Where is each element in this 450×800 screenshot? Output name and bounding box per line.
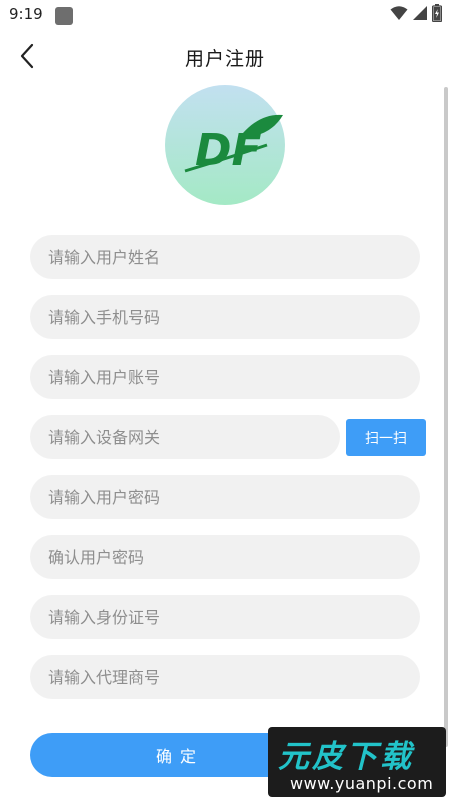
page-title: 用户注册 xyxy=(184,48,265,70)
account-input[interactable] xyxy=(30,355,420,399)
scrollbar[interactable] xyxy=(444,87,448,747)
status-icons xyxy=(390,4,443,26)
battery-icon xyxy=(431,4,443,26)
confirm-password-input[interactable] xyxy=(30,535,420,579)
status-bar: 9:19 xyxy=(0,0,450,30)
wifi-icon xyxy=(390,5,408,25)
watermark-url: www.yuanpi.com xyxy=(290,774,434,793)
watermark-title: 元皮下载 xyxy=(278,739,414,775)
agent-number-input[interactable] xyxy=(30,655,420,699)
status-time: 9:19 xyxy=(9,5,43,23)
notification-icon xyxy=(55,7,73,25)
scan-button[interactable]: 扫一扫 xyxy=(346,419,426,456)
phone-input[interactable] xyxy=(30,295,420,339)
signal-icon xyxy=(412,5,428,25)
id-number-input[interactable] xyxy=(30,595,420,639)
app-logo: DF xyxy=(165,85,285,205)
gateway-input[interactable] xyxy=(30,415,340,459)
username-input[interactable] xyxy=(30,235,420,279)
password-input[interactable] xyxy=(30,475,420,519)
watermark: 元皮下载 www.yuanpi.com xyxy=(268,727,446,797)
